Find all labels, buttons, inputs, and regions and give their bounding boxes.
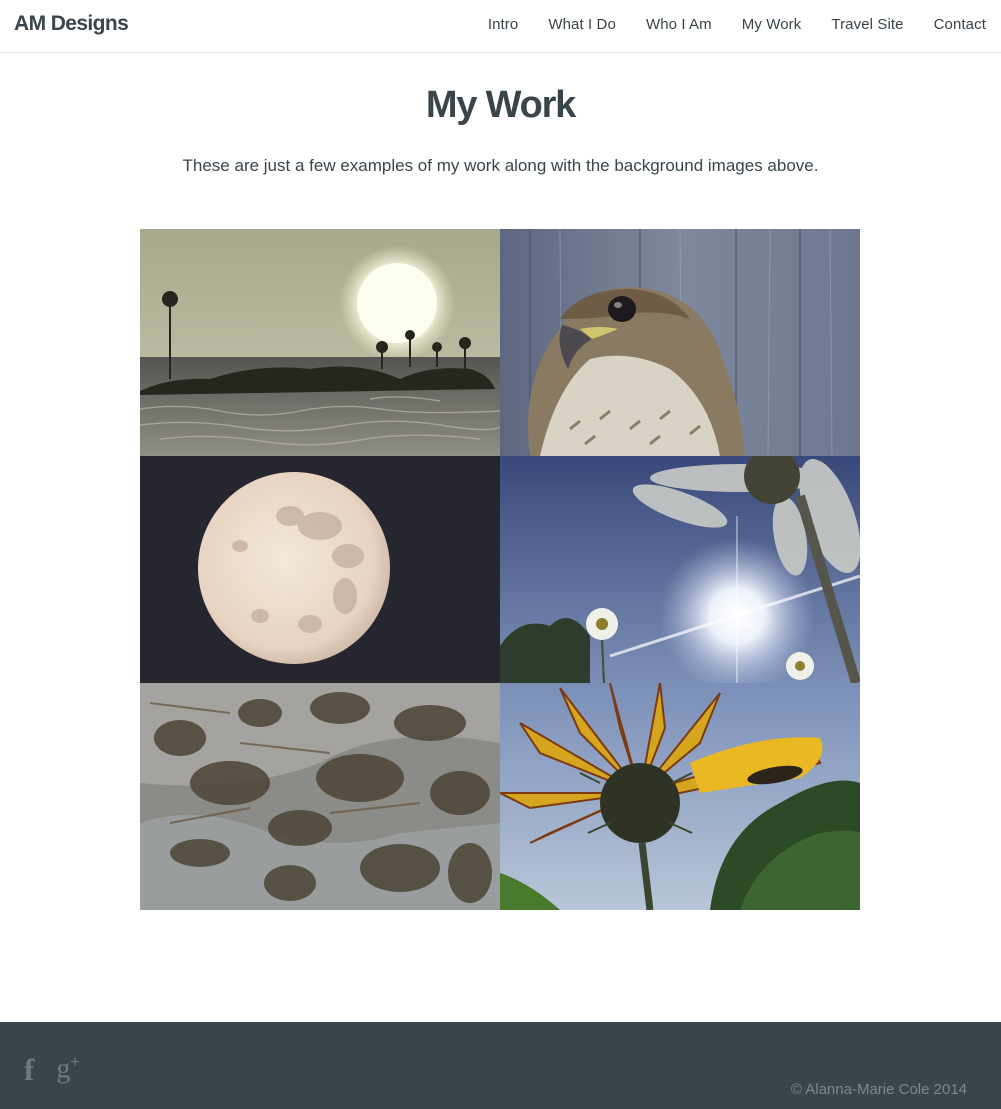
social-links: f g+ bbox=[24, 1054, 80, 1085]
gallery-image-daisy[interactable] bbox=[500, 456, 860, 683]
google-plus-letter: g bbox=[56, 1053, 71, 1085]
brand-logo[interactable]: AM Designs bbox=[14, 12, 129, 36]
nav-item-what-i-do[interactable]: What I Do bbox=[548, 16, 616, 33]
gallery-image-sunset[interactable] bbox=[140, 229, 500, 456]
nav-item-travel-site[interactable]: Travel Site bbox=[831, 16, 903, 33]
gallery-image-flower[interactable] bbox=[500, 683, 860, 910]
gallery-image-pinecones[interactable] bbox=[140, 683, 500, 910]
site-footer: f g+ © Alanna-Marie Cole 2014 bbox=[0, 1022, 1001, 1109]
pinecones-image bbox=[140, 683, 500, 910]
flower-image bbox=[500, 683, 860, 910]
gallery-image-hawk[interactable] bbox=[500, 229, 860, 456]
sunset-image bbox=[140, 229, 500, 456]
intro-text: These are just a few examples of my work… bbox=[182, 156, 819, 175]
nav-item-intro[interactable]: Intro bbox=[488, 16, 519, 33]
nav-item-contact[interactable]: Contact bbox=[934, 16, 986, 33]
page-title: My Work bbox=[425, 84, 576, 126]
daisy-image bbox=[500, 456, 860, 683]
google-plus-icon[interactable]: g+ bbox=[56, 1055, 79, 1083]
gallery-image-moon[interactable] bbox=[140, 456, 500, 683]
google-plus-sup: + bbox=[70, 1054, 80, 1072]
hawk-image bbox=[500, 229, 860, 456]
copyright-text: © Alanna-Marie Cole 2014 bbox=[790, 1081, 967, 1098]
nav-item-who-i-am[interactable]: Who I Am bbox=[646, 16, 712, 33]
site-header: AM Designs Intro What I Do Who I Am My W… bbox=[0, 0, 1001, 53]
facebook-icon[interactable]: f bbox=[24, 1054, 34, 1085]
main-nav: Intro What I Do Who I Am My Work Travel … bbox=[488, 16, 986, 34]
work-gallery bbox=[140, 229, 860, 910]
moon-image bbox=[140, 456, 500, 683]
nav-item-my-work[interactable]: My Work bbox=[742, 16, 802, 33]
